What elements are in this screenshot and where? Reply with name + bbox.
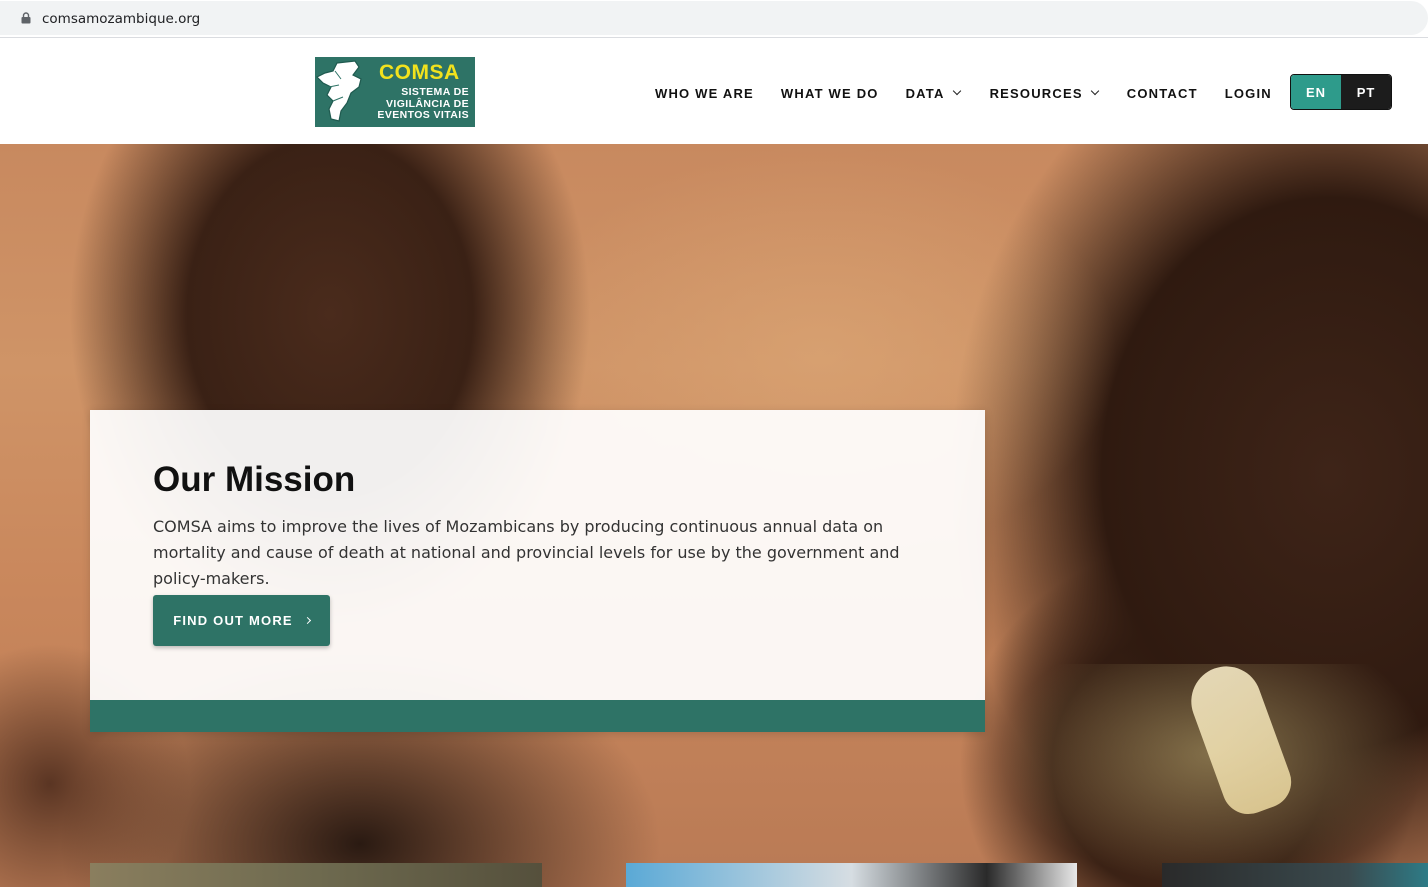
browser-url-bar: comsamozambique.org [0,0,1428,38]
feature-card-image[interactable] [90,863,542,887]
logo-subtitle: SISTEMA DE VIGILÂNCIA DE EVENTOS VITAIS [377,86,469,122]
logo-title: COMSA [379,61,460,84]
mozambique-map-icon [315,60,362,122]
mission-text: COMSA aims to improve the lives of Mozam… [153,517,900,588]
chevron-down-icon [1090,86,1099,96]
mission-card: Our Mission COMSA aims to improve the li… [90,410,985,732]
hero-image: Our Mission COMSA aims to improve the li… [0,144,1428,887]
nav-resources[interactable]: RESOURCES [989,85,1099,101]
logo-subtitle-line: EVENTOS VITAIS [377,109,469,121]
nav-contact[interactable]: CONTACT [1127,86,1198,101]
nav-label: DATA [905,85,945,101]
nav-label: CONTACT [1126,85,1198,101]
cta-label: FIND OUT MORE [173,613,293,628]
comsa-logo[interactable]: COMSA SISTEMA DE VIGILÂNCIA DE EVENTOS V… [315,57,475,127]
url-text[interactable]: comsamozambique.org [42,11,200,27]
language-switcher: EN PT [1290,74,1392,110]
address-bar[interactable]: comsamozambique.org [0,1,1428,35]
nav-label: WHAT WE DO [780,85,879,101]
nav-what-we-do[interactable]: WHAT WE DO [781,86,879,101]
nav-label: WHO WE ARE [655,85,754,101]
mission-card-footer-bar [90,700,985,732]
feature-card-image[interactable] [1162,863,1428,887]
feature-card-image[interactable] [626,863,1077,887]
nav-label: LOGIN [1224,85,1272,101]
logo-subtitle-line: SISTEMA DE [401,86,469,98]
nav-data[interactable]: DATA [905,85,961,101]
site-header: COMSA SISTEMA DE VIGILÂNCIA DE EVENTOS V… [0,39,1428,144]
mission-title: Our Mission [153,460,356,499]
chevron-down-icon [952,86,961,96]
lang-pt-button[interactable]: PT [1341,75,1391,109]
nav-label: RESOURCES [989,85,1083,101]
main-nav: WHO WE ARE WHAT WE DO DATA RESOURCES CON… [655,85,1272,101]
lock-icon [21,12,31,24]
chevron-right-icon [303,616,311,625]
find-out-more-button[interactable]: FIND OUT MORE [153,595,330,646]
lang-en-button[interactable]: EN [1291,75,1341,109]
nav-login[interactable]: LOGIN [1225,86,1272,101]
nav-who-we-are[interactable]: WHO WE ARE [655,86,754,101]
